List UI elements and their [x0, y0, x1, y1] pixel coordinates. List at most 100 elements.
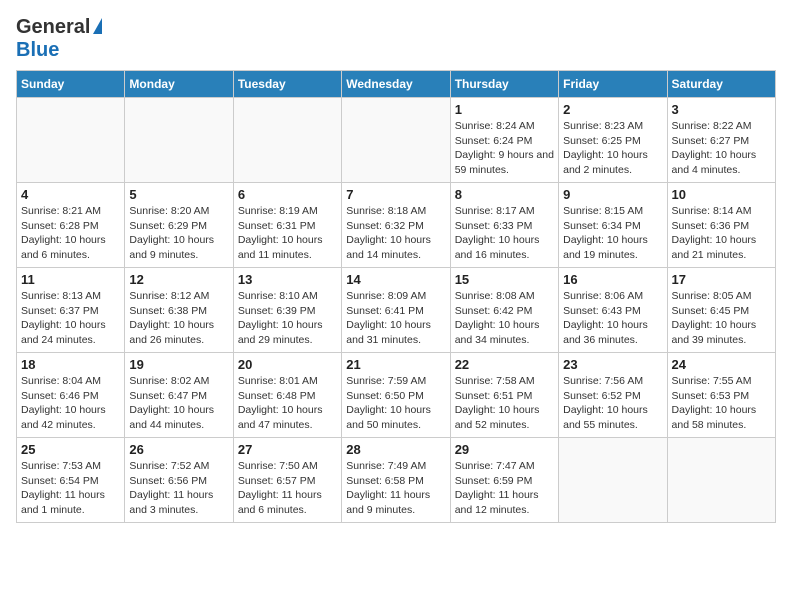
calendar-cell: 4 Sunrise: 8:21 AMSunset: 6:28 PMDaylight… [17, 183, 125, 268]
day-number: 27 [238, 442, 337, 457]
day-number: 29 [455, 442, 554, 457]
day-info: Sunrise: 7:52 AMSunset: 6:56 PMDaylight:… [129, 459, 228, 518]
calendar-cell [559, 438, 667, 523]
logo-blue: Blue [16, 39, 59, 61]
weekday-header: Friday [559, 71, 667, 98]
day-info: Sunrise: 7:58 AMSunset: 6:51 PMDaylight:… [455, 374, 554, 433]
day-info: Sunrise: 8:04 AMSunset: 6:46 PMDaylight:… [21, 374, 120, 433]
weekday-header: Sunday [17, 71, 125, 98]
day-number: 18 [21, 357, 120, 372]
day-number: 4 [21, 187, 120, 202]
weekday-header: Tuesday [233, 71, 341, 98]
day-number: 9 [563, 187, 662, 202]
day-number: 11 [21, 272, 120, 287]
day-number: 13 [238, 272, 337, 287]
day-number: 3 [672, 102, 771, 117]
day-number: 15 [455, 272, 554, 287]
calendar-cell: 1 Sunrise: 8:24 AMSunset: 6:24 PMDaylight… [450, 98, 558, 183]
day-number: 20 [238, 357, 337, 372]
day-number: 25 [21, 442, 120, 457]
day-number: 17 [672, 272, 771, 287]
calendar-cell: 24 Sunrise: 7:55 AMSunset: 6:53 PMDayligh… [667, 353, 775, 438]
day-number: 19 [129, 357, 228, 372]
calendar-cell: 7 Sunrise: 8:18 AMSunset: 6:32 PMDaylight… [342, 183, 450, 268]
logo-general: General [16, 16, 90, 39]
day-info: Sunrise: 8:24 AMSunset: 6:24 PMDaylight:… [455, 119, 554, 178]
calendar-cell: 26 Sunrise: 7:52 AMSunset: 6:56 PMDayligh… [125, 438, 233, 523]
day-number: 12 [129, 272, 228, 287]
day-info: Sunrise: 8:15 AMSunset: 6:34 PMDaylight:… [563, 204, 662, 263]
day-number: 6 [238, 187, 337, 202]
calendar-cell: 11 Sunrise: 8:13 AMSunset: 6:37 PMDayligh… [17, 268, 125, 353]
calendar-week-row: 11 Sunrise: 8:13 AMSunset: 6:37 PMDayligh… [17, 268, 776, 353]
page-header: General Blue [16, 16, 776, 62]
day-info: Sunrise: 8:17 AMSunset: 6:33 PMDaylight:… [455, 204, 554, 263]
calendar-cell: 3 Sunrise: 8:22 AMSunset: 6:27 PMDaylight… [667, 98, 775, 183]
day-info: Sunrise: 8:06 AMSunset: 6:43 PMDaylight:… [563, 289, 662, 348]
day-info: Sunrise: 8:02 AMSunset: 6:47 PMDaylight:… [129, 374, 228, 433]
weekday-header: Monday [125, 71, 233, 98]
day-number: 16 [563, 272, 662, 287]
day-info: Sunrise: 8:18 AMSunset: 6:32 PMDaylight:… [346, 204, 445, 263]
day-info: Sunrise: 7:50 AMSunset: 6:57 PMDaylight:… [238, 459, 337, 518]
day-info: Sunrise: 8:08 AMSunset: 6:42 PMDaylight:… [455, 289, 554, 348]
day-info: Sunrise: 8:01 AMSunset: 6:48 PMDaylight:… [238, 374, 337, 433]
day-number: 2 [563, 102, 662, 117]
calendar-cell: 19 Sunrise: 8:02 AMSunset: 6:47 PMDayligh… [125, 353, 233, 438]
calendar-cell [342, 98, 450, 183]
calendar-cell: 17 Sunrise: 8:05 AMSunset: 6:45 PMDayligh… [667, 268, 775, 353]
calendar-cell: 22 Sunrise: 7:58 AMSunset: 6:51 PMDayligh… [450, 353, 558, 438]
day-info: Sunrise: 7:49 AMSunset: 6:58 PMDaylight:… [346, 459, 445, 518]
day-number: 23 [563, 357, 662, 372]
day-info: Sunrise: 7:55 AMSunset: 6:53 PMDaylight:… [672, 374, 771, 433]
day-info: Sunrise: 7:56 AMSunset: 6:52 PMDaylight:… [563, 374, 662, 433]
day-number: 21 [346, 357, 445, 372]
calendar-week-row: 18 Sunrise: 8:04 AMSunset: 6:46 PMDayligh… [17, 353, 776, 438]
calendar-cell: 12Sunrise: 8:12 AMSunset: 6:38 PMDayligh… [125, 268, 233, 353]
day-number: 28 [346, 442, 445, 457]
day-number: 22 [455, 357, 554, 372]
day-info: Sunrise: 8:22 AMSunset: 6:27 PMDaylight:… [672, 119, 771, 178]
weekday-header-row: SundayMondayTuesdayWednesdayThursdayFrid… [17, 71, 776, 98]
day-info: Sunrise: 8:13 AMSunset: 6:37 PMDaylight:… [21, 289, 120, 348]
day-info: Sunrise: 7:53 AMSunset: 6:54 PMDaylight:… [21, 459, 120, 518]
calendar-cell: 6 Sunrise: 8:19 AMSunset: 6:31 PMDaylight… [233, 183, 341, 268]
day-number: 24 [672, 357, 771, 372]
day-number: 7 [346, 187, 445, 202]
calendar-table: SundayMondayTuesdayWednesdayThursdayFrid… [16, 70, 776, 523]
logo-triangle-icon [93, 18, 102, 34]
weekday-header: Wednesday [342, 71, 450, 98]
day-number: 1 [455, 102, 554, 117]
calendar-cell: 16 Sunrise: 8:06 AMSunset: 6:43 PMDayligh… [559, 268, 667, 353]
weekday-header: Saturday [667, 71, 775, 98]
day-info: Sunrise: 8:23 AMSunset: 6:25 PMDaylight:… [563, 119, 662, 178]
day-info: Sunrise: 8:14 AMSunset: 6:36 PMDaylight:… [672, 204, 771, 263]
logo: General Blue [16, 16, 102, 62]
calendar-week-row: 25 Sunrise: 7:53 AMSunset: 6:54 PMDayligh… [17, 438, 776, 523]
calendar-cell: 8 Sunrise: 8:17 AMSunset: 6:33 PMDaylight… [450, 183, 558, 268]
calendar-cell: 27 Sunrise: 7:50 AMSunset: 6:57 PMDayligh… [233, 438, 341, 523]
calendar-week-row: 4 Sunrise: 8:21 AMSunset: 6:28 PMDaylight… [17, 183, 776, 268]
day-info: Sunrise: 8:05 AMSunset: 6:45 PMDaylight:… [672, 289, 771, 348]
day-number: 26 [129, 442, 228, 457]
day-info: Sunrise: 8:21 AMSunset: 6:28 PMDaylight:… [21, 204, 120, 263]
day-info: Sunrise: 7:59 AMSunset: 6:50 PMDaylight:… [346, 374, 445, 433]
calendar-cell: 21 Sunrise: 7:59 AMSunset: 6:50 PMDayligh… [342, 353, 450, 438]
calendar-cell: 18 Sunrise: 8:04 AMSunset: 6:46 PMDayligh… [17, 353, 125, 438]
day-info: Sunrise: 8:10 AMSunset: 6:39 PMDaylight:… [238, 289, 337, 348]
calendar-cell: 10 Sunrise: 8:14 AMSunset: 6:36 PMDayligh… [667, 183, 775, 268]
calendar-week-row: 1 Sunrise: 8:24 AMSunset: 6:24 PMDaylight… [17, 98, 776, 183]
calendar-cell: 15 Sunrise: 8:08 AMSunset: 6:42 PMDayligh… [450, 268, 558, 353]
calendar-cell [233, 98, 341, 183]
day-info: Sunrise: 8:19 AMSunset: 6:31 PMDaylight:… [238, 204, 337, 263]
calendar-cell: 5Sunrise: 8:20 AMSunset: 6:29 PMDaylight… [125, 183, 233, 268]
calendar-cell: 14Sunrise: 8:09 AMSunset: 6:41 PMDayligh… [342, 268, 450, 353]
calendar-cell: 20 Sunrise: 8:01 AMSunset: 6:48 PMDayligh… [233, 353, 341, 438]
day-info: Sunrise: 7:47 AMSunset: 6:59 PMDaylight:… [455, 459, 554, 518]
calendar-cell [17, 98, 125, 183]
day-number: 10 [672, 187, 771, 202]
calendar-cell: 28 Sunrise: 7:49 AMSunset: 6:58 PMDayligh… [342, 438, 450, 523]
day-number: 5 [129, 187, 228, 202]
calendar-cell: 23 Sunrise: 7:56 AMSunset: 6:52 PMDayligh… [559, 353, 667, 438]
day-number: 8 [455, 187, 554, 202]
